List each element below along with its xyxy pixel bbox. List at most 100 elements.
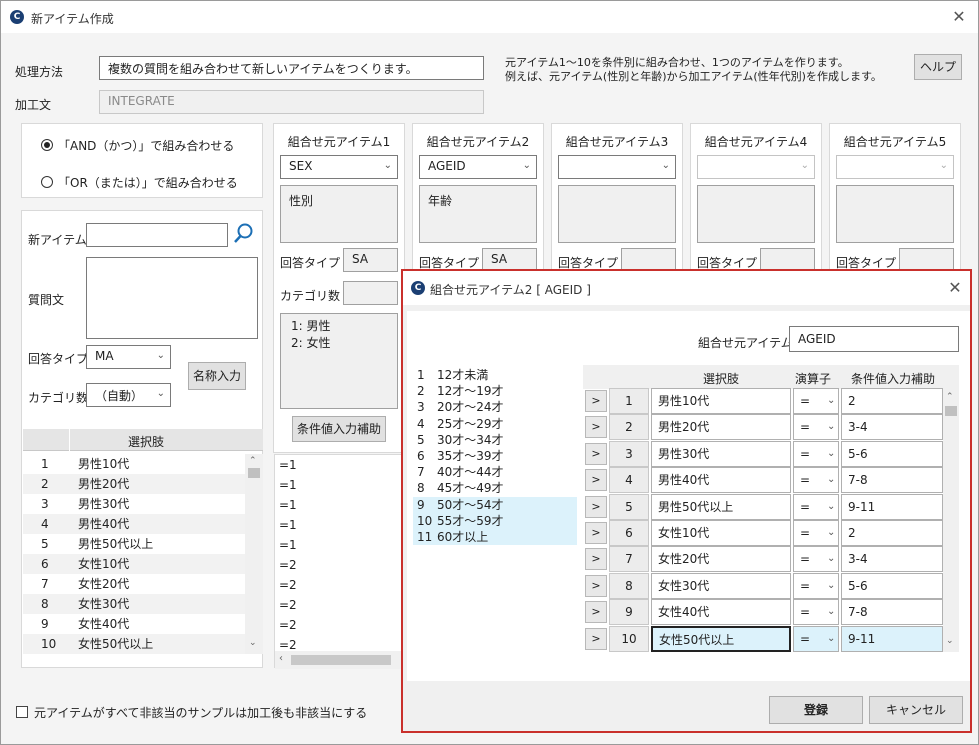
- row-condition-input[interactable]: 5-6: [841, 572, 943, 599]
- chevron-up-icon[interactable]: ⌃: [946, 392, 954, 402]
- row-arrow-button[interactable]: >: [585, 627, 607, 650]
- help-button[interactable]: ヘルプ: [914, 54, 962, 80]
- row-operator-select[interactable]: = ⌄: [793, 440, 839, 467]
- row-condition-input[interactable]: 5-6: [841, 440, 943, 467]
- row-arrow-button[interactable]: >: [585, 601, 607, 624]
- footer-checkbox[interactable]: [16, 706, 28, 718]
- condition-row[interactable]: >6 女性10代 = ⌄ 2: [583, 520, 943, 546]
- or-radio[interactable]: [41, 176, 53, 188]
- new-item-input[interactable]: [86, 223, 228, 247]
- row-choice-cell[interactable]: 男性20代: [651, 414, 791, 441]
- window-close-icon[interactable]: ✕: [947, 7, 971, 26]
- chevron-up-icon[interactable]: ⌃: [249, 456, 257, 466]
- row-operator-select[interactable]: = ⌄: [793, 572, 839, 599]
- row-choice-cell[interactable]: 女性30代: [651, 572, 791, 599]
- register-button[interactable]: 登録: [769, 696, 863, 724]
- choice-row[interactable]: 4 男性40代: [23, 514, 245, 534]
- scroll-thumb[interactable]: [291, 655, 391, 665]
- chevron-left-icon[interactable]: ‹: [279, 653, 283, 664]
- row-arrow-button[interactable]: >: [585, 469, 607, 492]
- search-icon[interactable]: [232, 221, 256, 247]
- footer-checkbox-label[interactable]: 元アイテムがすべて非該当のサンプルは加工後も非該当にする: [34, 704, 367, 721]
- row-condition-input[interactable]: 3-4: [841, 414, 943, 441]
- row-arrow-button[interactable]: >: [585, 574, 607, 597]
- choice-row[interactable]: 3 男性30代: [23, 494, 245, 514]
- row-choice-cell[interactable]: 女性40代: [651, 599, 791, 626]
- choice-row[interactable]: 5 男性50代以上: [23, 534, 245, 554]
- row-operator-select[interactable]: = ⌄: [793, 520, 839, 546]
- category-list-item[interactable]: 2 12才〜19才: [413, 383, 577, 399]
- source-item-select-2[interactable]: AGEID ⌄: [419, 155, 537, 179]
- condition-row[interactable]: >9 女性40代 = ⌄ 7-8: [583, 599, 943, 626]
- category-list-item[interactable]: 3 20才〜24才: [413, 399, 577, 415]
- choice-row[interactable]: 9 女性40代: [23, 614, 245, 634]
- row-arrow-button[interactable]: >: [585, 416, 607, 439]
- choice-row[interactable]: 7 女性20代: [23, 574, 245, 594]
- row-arrow-button[interactable]: >: [585, 442, 607, 465]
- row-operator-select[interactable]: = ⌄: [793, 467, 839, 494]
- condition-row[interactable]: >1 男性10代 = ⌄ 2: [583, 388, 943, 414]
- row-choice-cell[interactable]: 男性40代: [651, 467, 791, 494]
- condition-row[interactable]: >3 男性30代 = ⌄ 5-6: [583, 440, 943, 467]
- scroll-thumb[interactable]: [248, 468, 260, 478]
- row-operator-select[interactable]: = ⌄: [793, 493, 839, 520]
- row-condition-input[interactable]: 9-11: [841, 625, 943, 652]
- condition-assist-button[interactable]: 条件値入力補助: [292, 416, 386, 442]
- category-list-item[interactable]: 11 60才以上: [413, 529, 577, 545]
- chevron-down-icon[interactable]: ⌄: [946, 636, 954, 646]
- category-count-select[interactable]: （自動） ⌄: [86, 383, 171, 407]
- row-arrow-button[interactable]: >: [585, 390, 607, 412]
- and-radio-label[interactable]: 「AND（かつ）」で組み合わせる: [58, 137, 234, 154]
- condition-row[interactable]: >8 女性30代 = ⌄ 5-6: [583, 572, 943, 599]
- row-operator-select[interactable]: = ⌄: [793, 599, 839, 626]
- row-choice-cell[interactable]: 男性30代: [651, 440, 791, 467]
- question-textarea[interactable]: [86, 257, 258, 339]
- category-list-item[interactable]: 1 12才未満: [413, 367, 577, 383]
- row-condition-input[interactable]: 2: [841, 388, 943, 414]
- category-list-item[interactable]: 7 40才〜44才: [413, 464, 577, 480]
- choice-row[interactable]: 2 男性20代: [23, 474, 245, 494]
- row-operator-select[interactable]: = ⌄: [793, 388, 839, 414]
- row-choice-cell[interactable]: 女性20代: [651, 546, 791, 573]
- row-operator-select[interactable]: = ⌄: [793, 625, 839, 652]
- row-choice-cell[interactable]: 女性50代以上: [651, 625, 791, 652]
- or-radio-label[interactable]: 「OR（または）」で組み合わせる: [58, 174, 238, 191]
- choices-scrollbar[interactable]: ⌃ ⌄: [245, 454, 263, 654]
- row-condition-input[interactable]: 3-4: [841, 546, 943, 573]
- source-item-select-3[interactable]: ⌄: [558, 155, 676, 179]
- grid-vscroll[interactable]: ⌃ ⌄: [943, 388, 959, 652]
- choice-row[interactable]: 8 女性30代: [23, 594, 245, 614]
- condition-row[interactable]: >10 女性50代以上 = ⌄ 9-11: [583, 625, 943, 652]
- row-choice-cell[interactable]: 女性10代: [651, 520, 791, 546]
- name-input-button[interactable]: 名称入力: [188, 362, 246, 390]
- category-list-item[interactable]: 5 30才〜34才: [413, 432, 577, 448]
- condition-row[interactable]: >5 男性50代以上 = ⌄ 9-11: [583, 493, 943, 520]
- category-list-item[interactable]: 10 55才〜59才: [413, 512, 577, 529]
- row-arrow-button[interactable]: >: [585, 522, 607, 544]
- and-radio[interactable]: [41, 139, 53, 151]
- category-list-item[interactable]: 6 35才〜39才: [413, 448, 577, 464]
- row-condition-input[interactable]: 7-8: [841, 467, 943, 494]
- condition-row[interactable]: >2 男性20代 = ⌄ 3-4: [583, 414, 943, 441]
- choice-row[interactable]: 6 女性10代: [23, 554, 245, 574]
- condition-row[interactable]: >7 女性20代 = ⌄ 3-4: [583, 546, 943, 573]
- row-arrow-button[interactable]: >: [585, 495, 607, 518]
- row-condition-input[interactable]: 2: [841, 520, 943, 546]
- dialog-close-icon[interactable]: ✕: [943, 278, 967, 297]
- category-list-item[interactable]: 4 25才〜29才: [413, 416, 577, 432]
- cancel-button[interactable]: キャンセル: [869, 696, 963, 724]
- scroll-thumb[interactable]: [945, 406, 957, 416]
- condition-row[interactable]: >4 男性40代 = ⌄ 7-8: [583, 467, 943, 494]
- row-condition-input[interactable]: 9-11: [841, 493, 943, 520]
- category-list-item[interactable]: 8 45才〜49才: [413, 480, 577, 496]
- row-choice-cell[interactable]: 男性10代: [651, 388, 791, 414]
- row-choice-cell[interactable]: 男性50代以上: [651, 493, 791, 520]
- condition-grid-hscroll[interactable]: ‹: [275, 651, 403, 669]
- row-operator-select[interactable]: = ⌄: [793, 546, 839, 573]
- answer-type-select[interactable]: MA ⌄: [86, 345, 171, 369]
- source-item-select-1[interactable]: SEX ⌄: [280, 155, 398, 179]
- chevron-down-icon[interactable]: ⌄: [249, 638, 257, 648]
- row-arrow-button[interactable]: >: [585, 548, 607, 571]
- row-condition-input[interactable]: 7-8: [841, 599, 943, 626]
- choice-row[interactable]: 1 男性10代: [23, 454, 245, 474]
